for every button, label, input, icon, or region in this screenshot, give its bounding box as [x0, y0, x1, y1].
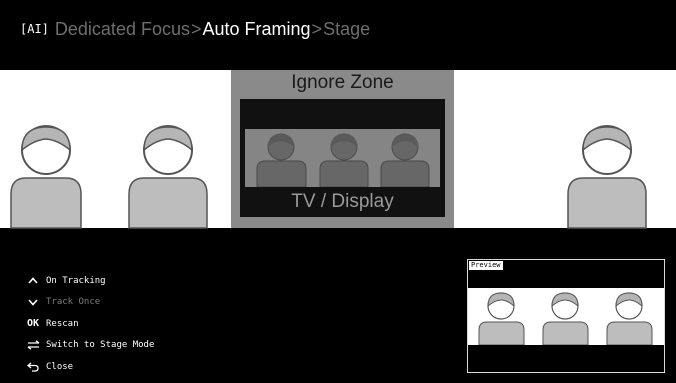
breadcrumb-auto-framing: Auto Framing — [202, 19, 311, 39]
control-hints: On Tracking Track Once OK Rescan Switch … — [26, 270, 154, 378]
rescan-option[interactable]: OK Rescan — [26, 313, 154, 335]
switch-stage-mode-option[interactable]: Switch to Stage Mode — [26, 335, 154, 357]
switch-arrows-icon — [26, 340, 40, 350]
ignore-zone-title: Ignore Zone — [291, 72, 394, 93]
up-chevron-icon — [26, 277, 40, 284]
tv-display-label: TV / Display — [291, 191, 394, 212]
breadcrumb-stage: Stage — [323, 19, 371, 39]
person-figure — [567, 125, 647, 229]
on-tracking-label: On Tracking — [46, 275, 106, 286]
ok-icon: OK — [26, 318, 40, 330]
preview-window: Preview — [467, 259, 665, 373]
close-label: Close — [46, 361, 74, 372]
close-option[interactable]: Close — [26, 356, 154, 378]
ai-badge: [AI] — [20, 22, 49, 36]
tv-display: TV / Display — [240, 99, 445, 217]
on-tracking-option[interactable]: On Tracking — [26, 270, 154, 292]
breadcrumb-separator: > — [190, 19, 202, 39]
person-figure — [128, 125, 208, 229]
down-chevron-icon — [26, 299, 40, 306]
breadcrumb-separator: > — [311, 19, 323, 39]
rescan-label: Rescan — [46, 318, 79, 329]
switch-stage-mode-label: Switch to Stage Mode — [46, 340, 155, 351]
tv-screen — [245, 129, 440, 187]
breadcrumb-dedicated-focus: Dedicated Focus — [54, 19, 190, 39]
back-arrow-icon — [26, 362, 40, 372]
ignore-zone: Ignore Zone TV / Display — [231, 70, 454, 228]
track-once-label: Track Once — [46, 297, 101, 308]
breadcrumb: [AI] Dedicated Focus > Auto Framing > St… — [20, 19, 370, 40]
title-bar: [AI] Dedicated Focus > Auto Framing > St… — [0, 0, 676, 70]
track-once-option[interactable]: Track Once — [26, 292, 154, 314]
preview-image — [468, 288, 664, 345]
preview-label: Preview — [469, 261, 503, 270]
person-figure — [10, 125, 82, 229]
tv-people-image — [256, 133, 430, 187]
